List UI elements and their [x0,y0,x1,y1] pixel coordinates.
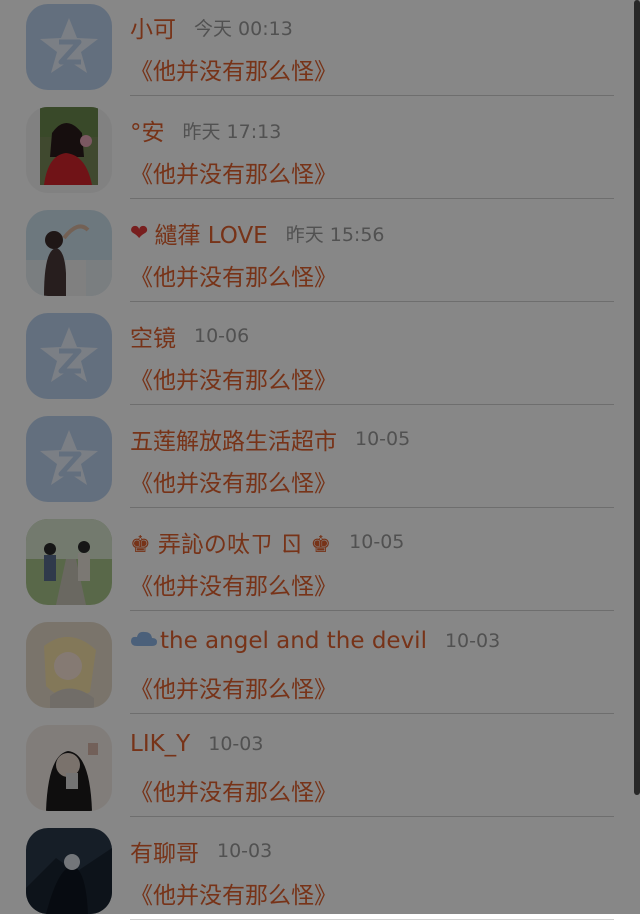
timestamp: 10-03 [444,630,501,652]
divider [130,404,614,405]
avatar[interactable] [26,828,112,914]
conversation-row[interactable]: the angel and the devil 10-03 《他并没有那么怪》 [0,612,640,715]
message-preview: 《他并没有那么怪》 [130,677,337,703]
divider [130,507,614,508]
conversation-list: 小可 今天 00:13 《他并没有那么怪》 °安 昨天 17:13 《他并没有那… [0,0,640,921]
contact-name: 有聊哥 [130,841,199,867]
timestamp: 10-03 [217,840,273,862]
user-photo [26,519,112,605]
avatar[interactable] [26,4,112,90]
divider [130,713,614,714]
contact-name: °安 [130,120,165,146]
contact-name: 小可 [130,17,176,43]
divider [130,919,614,920]
conversation-row[interactable]: 五莲解放路生活超市 10-05 《他并没有那么怪》 [0,406,640,509]
avatar[interactable] [26,725,112,811]
divider [130,816,614,817]
qzone-star-icon [26,4,112,90]
message-preview: 《他并没有那么怪》 [130,574,337,600]
conversation-row[interactable]: 有聊哥 10-03 《他并没有那么怪》 [0,818,640,921]
message-preview: 《他并没有那么怪》 [130,368,337,394]
contact-name: ♚ 弄訫の呔ㄗ ㄖ ♚ [130,532,332,558]
contact-name: 空镜 [130,326,176,352]
avatar[interactable] [26,107,112,193]
avatar[interactable] [26,519,112,605]
scrollbar[interactable] [634,0,640,795]
timestamp: 10-06 [194,325,250,347]
conversation-row[interactable]: LIK_Y 10-03 《他并没有那么怪》 [0,715,640,818]
message-preview: 《他并没有那么怪》 [130,780,337,806]
timestamp: 10-05 [349,531,405,553]
user-photo [26,622,112,708]
message-preview: 《他并没有那么怪》 [130,59,337,85]
message-preview: 《他并没有那么怪》 [130,883,337,909]
conversation-row[interactable]: °安 昨天 17:13 《他并没有那么怪》 [0,97,640,200]
message-preview: 《他并没有那么怪》 [130,265,337,291]
conversation-row[interactable]: 空镜 10-06 《他并没有那么怪》 [0,303,640,406]
avatar[interactable] [26,210,112,296]
timestamp: 今天 00:13 [194,17,293,40]
avatar[interactable] [26,416,112,502]
user-photo [26,828,112,914]
user-photo [26,725,112,811]
conversation-row[interactable]: 小可 今天 00:13 《他并没有那么怪》 [0,0,640,97]
divider [130,95,614,96]
message-preview: 《他并没有那么怪》 [130,471,337,497]
qzone-star-icon [26,416,112,502]
heart-icon: ❤ [130,220,149,246]
contact-name: 五莲解放路生活超市 [130,429,337,455]
user-photo [26,210,112,296]
divider [130,610,614,611]
user-photo [26,107,112,193]
qzone-star-icon [26,313,112,399]
conversation-row[interactable]: ♚ 弄訫の呔ㄗ ㄖ ♚ 10-05 《他并没有那么怪》 [0,509,640,612]
timestamp: 昨天 15:56 [285,223,385,246]
contact-name: 繾葎 LOVE [154,223,268,249]
conversation-row[interactable]: ❤ 繾葎 LOVE 昨天 15:56 《他并没有那么怪》 [0,200,640,303]
timestamp: 昨天 17:13 [182,120,282,143]
divider [130,198,614,199]
timestamp: 10-05 [355,428,411,450]
cloud-icon [130,630,158,652]
timestamp: 10-03 [208,733,264,755]
avatar[interactable] [26,313,112,399]
divider [130,301,614,302]
avatar[interactable] [26,622,112,708]
message-preview: 《他并没有那么怪》 [130,162,337,188]
contact-name: LIK_Y [130,731,191,757]
contact-name: the angel and the devil [160,628,427,654]
